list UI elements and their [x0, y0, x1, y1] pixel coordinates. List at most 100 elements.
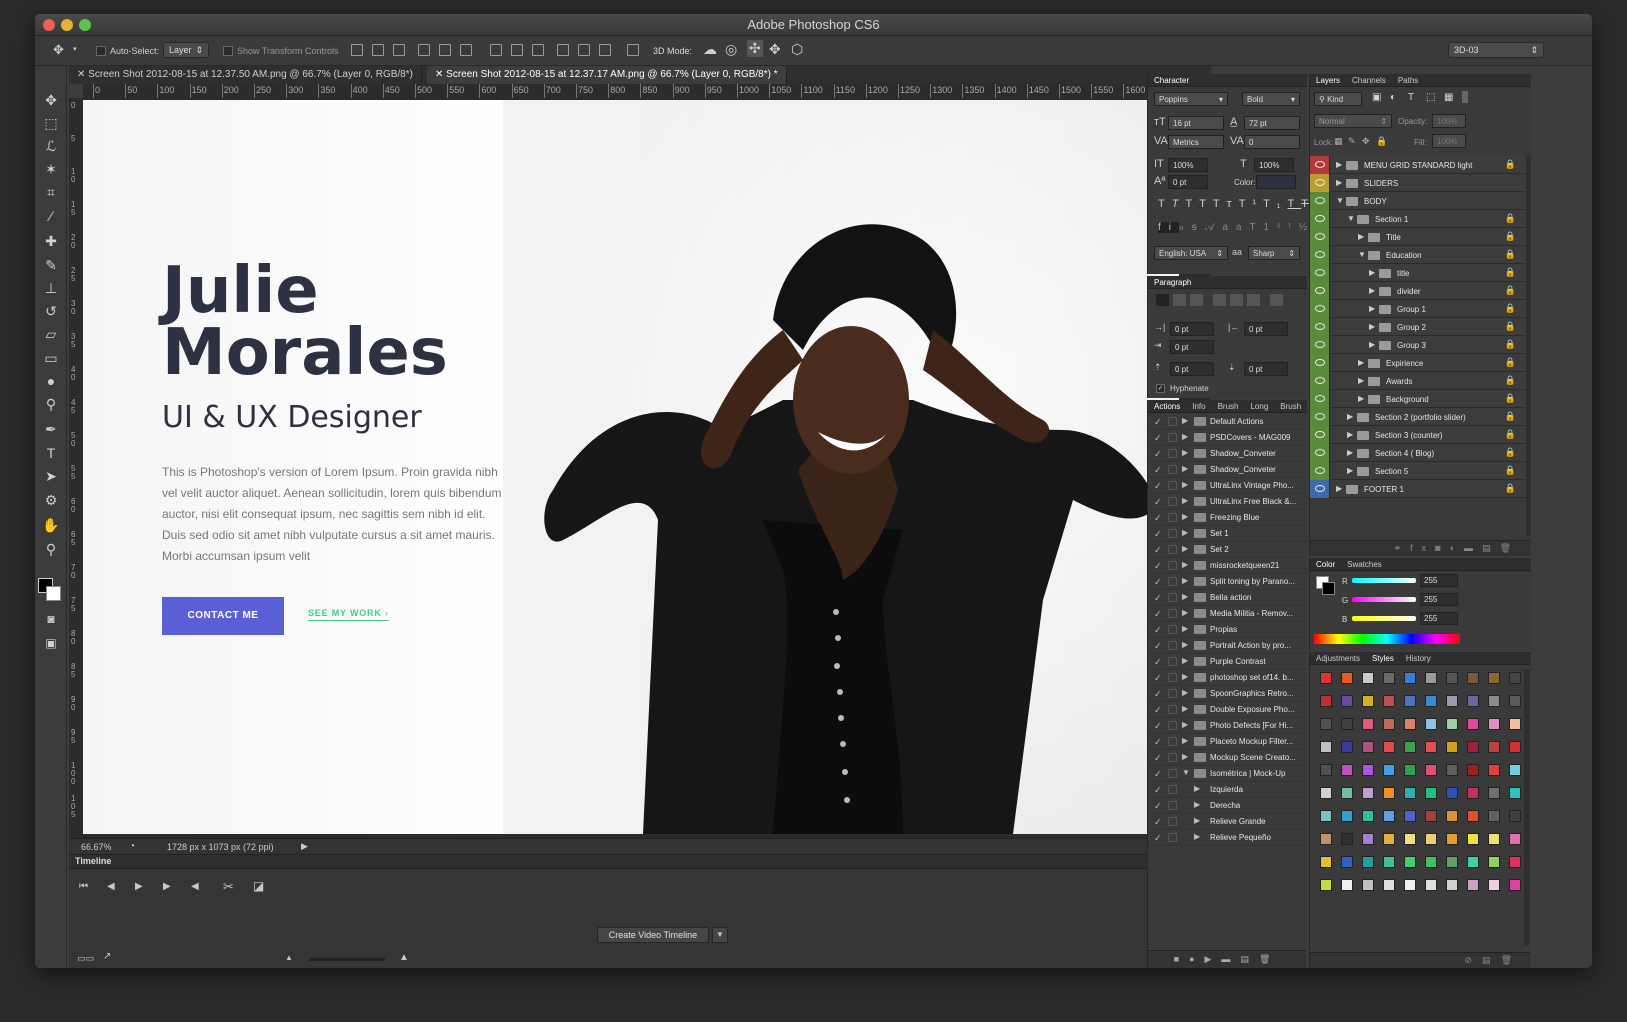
style-swatch[interactable] — [1362, 856, 1374, 868]
disclosure-closed-icon[interactable]: ▶ — [1182, 608, 1188, 617]
lock-all-icon[interactable]: 🔒 — [1376, 136, 1387, 147]
disclosure-closed-icon[interactable]: ▶ — [1347, 448, 1353, 457]
new-group-icon[interactable]: ▬ — [1464, 543, 1482, 553]
checkmark-icon[interactable]: ✓ — [1154, 433, 1162, 444]
clone-stamp-tool-icon[interactable]: ⊥ — [41, 278, 61, 298]
status-info-icon[interactable]: ◔ — [129, 841, 135, 852]
layer-row[interactable]: ▶ MENU GRID STANDARD light 🔒 — [1310, 156, 1526, 174]
style-swatch[interactable] — [1509, 695, 1521, 707]
action-row[interactable]: ✓ ▶ Freezing Blue — [1148, 510, 1306, 526]
dialog-toggle-icon[interactable] — [1168, 433, 1177, 442]
disclosure-closed-icon[interactable]: ▶ — [1369, 340, 1375, 349]
healing-brush-tool-icon[interactable]: ✚ — [41, 231, 61, 251]
timeline-zoom-slider[interactable] — [309, 958, 385, 961]
style-swatch[interactable] — [1488, 810, 1500, 822]
superscript-icon[interactable]: T¹ — [1239, 198, 1263, 210]
filter-smart-icon[interactable]: ▦ — [1444, 92, 1453, 103]
style-swatch[interactable] — [1320, 695, 1332, 707]
disclosure-closed-icon[interactable]: ▶ — [1336, 178, 1342, 187]
baseline-shift-field[interactable]: 0 pt — [1168, 175, 1208, 189]
style-swatch[interactable] — [1425, 695, 1437, 707]
style-swatch[interactable] — [1467, 833, 1479, 845]
layer-row[interactable]: ▶ Title 🔒 — [1310, 228, 1526, 246]
action-row[interactable]: ✓ ▶ Media Militia - Remov... — [1148, 606, 1306, 622]
style-swatch[interactable] — [1341, 764, 1353, 776]
disclosure-closed-icon[interactable]: ▶ — [1358, 394, 1364, 403]
style-swatch[interactable] — [1446, 741, 1458, 753]
faux-italic-icon[interactable]: T — [1172, 198, 1186, 210]
justify-all-icon[interactable] — [1270, 294, 1283, 306]
style-swatch[interactable] — [1383, 833, 1395, 845]
style-swatch[interactable] — [1341, 718, 1353, 730]
document-canvas[interactable]: Julie Morales UI & UX Designer This is P… — [83, 100, 1179, 834]
disclosure-closed-icon[interactable]: ▶ — [1182, 432, 1188, 441]
lock-pixels-icon[interactable]: ✎ — [1348, 136, 1356, 147]
split-scissors-icon[interactable]: ✂ — [223, 879, 234, 895]
layer-row[interactable]: ▶ Expirience 🔒 — [1310, 354, 1526, 372]
subscript-icon[interactable]: T₁ — [1263, 198, 1287, 210]
style-swatch[interactable] — [1509, 856, 1521, 868]
action-row[interactable]: ✓ ▶ UltraLinx Free Black &... — [1148, 494, 1306, 510]
disclosure-closed-icon[interactable]: ▶ — [1336, 160, 1342, 169]
disclosure-closed-icon[interactable]: ▶ — [1182, 640, 1188, 649]
style-swatch[interactable] — [1509, 672, 1521, 684]
visibility-eye-icon[interactable] — [1310, 336, 1330, 354]
style-swatch[interactable] — [1509, 879, 1521, 891]
style-swatch[interactable] — [1341, 810, 1353, 822]
style-swatch[interactable] — [1467, 810, 1479, 822]
zoom-level[interactable]: 66.67% — [81, 842, 112, 852]
panel-tab-info[interactable]: Info — [1192, 402, 1205, 411]
visibility-eye-icon[interactable] — [1310, 300, 1330, 318]
checkmark-icon[interactable]: ✓ — [1154, 497, 1162, 508]
disclosure-closed-icon[interactable]: ▶ — [1182, 464, 1188, 473]
disclosure-closed-icon[interactable]: ▶ — [1347, 430, 1353, 439]
g-field[interactable]: 255 — [1420, 593, 1458, 606]
checkmark-icon[interactable]: ✓ — [1154, 769, 1162, 780]
disclosure-closed-icon[interactable]: ▶ — [1369, 268, 1375, 277]
dialog-toggle-icon[interactable] — [1168, 465, 1177, 474]
justify-last-center-icon[interactable] — [1230, 294, 1243, 306]
dialog-toggle-icon[interactable] — [1168, 785, 1177, 794]
action-row[interactable]: ✓ ▶ Set 2 — [1148, 542, 1306, 558]
dialog-toggle-icon[interactable] — [1168, 833, 1177, 842]
checkmark-icon[interactable]: ✓ — [1154, 577, 1162, 588]
history-brush-tool-icon[interactable]: ↺ — [41, 301, 61, 321]
style-swatch[interactable] — [1446, 856, 1458, 868]
checkmark-icon[interactable]: ✓ — [1154, 561, 1162, 572]
first-frame-icon[interactable]: ⏮ — [79, 881, 88, 892]
lasso-tool-icon[interactable]: ℒ — [41, 136, 61, 156]
3d-roll-icon[interactable]: ◎ — [725, 41, 737, 58]
style-swatch[interactable] — [1509, 764, 1521, 776]
style-swatch[interactable] — [1488, 718, 1500, 730]
eraser-tool-icon[interactable]: ▱ — [41, 324, 61, 344]
layer-row[interactable]: ▶ Awards 🔒 — [1310, 372, 1526, 390]
style-swatch[interactable] — [1320, 833, 1332, 845]
hyphenate-checkbox[interactable]: ✓ — [1156, 384, 1165, 393]
visibility-eye-icon[interactable] — [1310, 408, 1330, 426]
zoom-tool-icon[interactable]: ⚲ — [41, 539, 61, 559]
dialog-toggle-icon[interactable] — [1168, 497, 1177, 506]
style-swatch[interactable] — [1446, 695, 1458, 707]
action-row[interactable]: ✓ ▶ Propias — [1148, 622, 1306, 638]
panel-tab-channels[interactable]: Channels — [1352, 76, 1386, 85]
b-slider[interactable] — [1352, 616, 1416, 621]
disclosure-closed-icon[interactable]: ▶ — [1336, 484, 1342, 493]
auto-align-icon[interactable] — [627, 44, 639, 56]
close-icon[interactable]: ✕ — [77, 69, 88, 80]
contact-me-button[interactable]: CONTACT ME — [162, 597, 284, 635]
align-bottom-icon[interactable] — [393, 44, 405, 56]
timeline-convert-icon[interactable]: ▭▭ — [77, 953, 94, 964]
layer-row[interactable]: ▶ Section 4 ( Blog) 🔒 — [1310, 444, 1526, 462]
style-swatch[interactable] — [1383, 672, 1395, 684]
layer-filter-dropdown[interactable]: ⚲ Kind — [1314, 92, 1362, 106]
style-swatch[interactable] — [1446, 787, 1458, 799]
justify-last-left-icon[interactable] — [1213, 294, 1226, 306]
panel-tab-adjustments[interactable]: Adjustments — [1316, 654, 1360, 663]
style-swatch[interactable] — [1341, 787, 1353, 799]
swash-icon[interactable]: 𝒜 — [1205, 222, 1222, 233]
checkmark-icon[interactable]: ✓ — [1154, 737, 1162, 748]
style-swatch[interactable] — [1488, 833, 1500, 845]
checkmark-icon[interactable]: ✓ — [1154, 609, 1162, 620]
action-row[interactable]: ✓ ▶ Set 1 — [1148, 526, 1306, 542]
checkmark-icon[interactable]: ✓ — [1154, 449, 1162, 460]
